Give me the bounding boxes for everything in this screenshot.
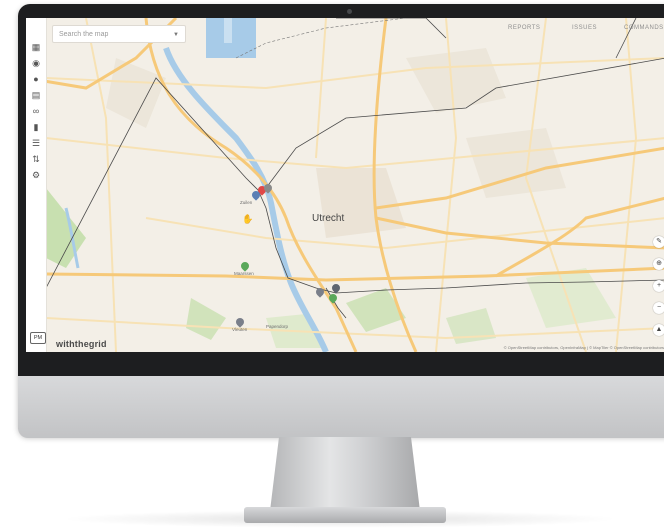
grid-icon[interactable]: ▤: [29, 88, 43, 102]
globe-icon[interactable]: ◉: [29, 56, 43, 70]
map-icon[interactable]: ▦: [29, 40, 43, 54]
monitor-base: [244, 507, 446, 523]
gear-icon[interactable]: ⚙: [29, 168, 43, 182]
compass-icon[interactable]: ▲: [653, 324, 664, 336]
map-attribution[interactable]: © OpenStreetMap contributors, OpenInfraM…: [504, 345, 664, 350]
sort-icon[interactable]: ⇅: [29, 152, 43, 166]
station-label-papendorp: Papendorp: [266, 324, 289, 329]
search-placeholder: Search the map: [59, 31, 109, 38]
chevron-down-icon[interactable]: ▼: [173, 26, 179, 44]
station-label-zuilen: Zuilen: [240, 200, 253, 205]
zoom-in-button[interactable]: +: [653, 280, 664, 292]
city-label: Utrecht: [312, 213, 345, 224]
locate-icon[interactable]: ⊕: [653, 258, 664, 270]
nav-issues[interactable]: ISSUES: [572, 25, 597, 31]
edit-icon[interactable]: ✎: [653, 236, 664, 248]
monitor-chin: [18, 376, 664, 438]
zoom-out-button[interactable]: −: [653, 302, 664, 314]
pin-icon[interactable]: ●: [29, 72, 43, 86]
nav-commands[interactable]: COMMANDS: [624, 25, 664, 31]
map-canvas[interactable]: [26, 18, 664, 352]
nav-reports[interactable]: REPORTS: [508, 25, 540, 31]
layers-icon[interactable]: ☰: [29, 136, 43, 150]
hand-cursor-icon: ✋: [242, 214, 254, 224]
station-label-maarssen: Maarssen: [234, 271, 254, 276]
left-toolbar: ▦ ◉ ● ▤ ∞ ▮ ☰ ⇅ ⚙ PM: [26, 18, 47, 352]
station-label-vleuten: Vleuten: [232, 327, 248, 332]
brand-logo: withthegrid: [56, 339, 107, 349]
mode-badge[interactable]: PM: [30, 332, 46, 344]
connection-icon[interactable]: ∞: [29, 104, 43, 118]
search-input[interactable]: Search the map ▼: [52, 25, 186, 43]
chart-icon[interactable]: ▮: [29, 120, 43, 134]
monitor-stand: [270, 437, 420, 511]
camera-dot: [347, 9, 352, 14]
app-screen: ✋ Zuilen Maarssen Vleuten Papendorp Utre…: [26, 18, 664, 352]
